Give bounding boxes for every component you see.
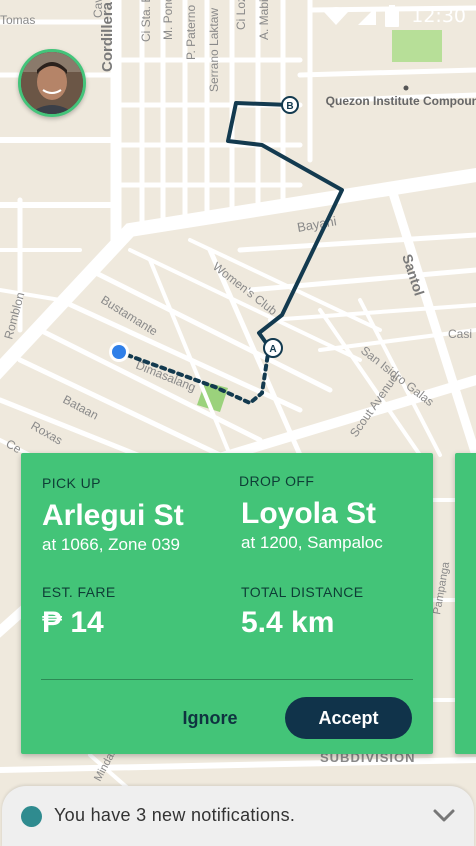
- park: [392, 30, 442, 62]
- status-bar: 12:30: [0, 0, 476, 34]
- dropoff-street: Loyola St: [241, 497, 377, 530]
- status-icons: 12:30: [323, 5, 466, 27]
- svg-text:B: B: [286, 101, 293, 112]
- fare-value: ₱ 14: [42, 606, 104, 639]
- distance-label: TOTAL DISTANCE: [241, 584, 364, 600]
- avatar[interactable]: [18, 49, 86, 117]
- svg-text:A: A: [269, 344, 276, 355]
- pickup-detail: at 1066, Zone 039: [42, 535, 181, 554]
- landmark-pin: [403, 85, 409, 91]
- notification-text: You have 3 new notifications.: [54, 805, 296, 825]
- landmark-label: Quezon Institute Compound: [326, 94, 476, 108]
- user-photo: [21, 52, 83, 114]
- next-ride-card[interactable]: [455, 453, 476, 754]
- notification-dot-icon: [21, 806, 42, 827]
- notification-bar[interactable]: You have 3 new notifications.: [2, 786, 474, 846]
- marker-b[interactable]: B: [281, 96, 299, 114]
- dropoff-label: DROP OFF: [239, 473, 315, 489]
- dropoff-detail: at 1200, Sampaloc: [241, 533, 383, 552]
- fare-label: EST. FARE: [42, 584, 116, 600]
- street-label: Casi: [448, 327, 472, 341]
- accept-button[interactable]: Accept: [285, 697, 412, 739]
- ignore-button[interactable]: Ignore: [171, 697, 249, 739]
- marker-a[interactable]: A: [263, 338, 283, 358]
- current-location-icon[interactable]: [109, 342, 129, 362]
- pickup-street: Arlegui St: [42, 499, 184, 532]
- chevron-down-icon[interactable]: [432, 806, 456, 826]
- status-time: 12:30: [411, 5, 466, 27]
- ride-request-card[interactable]: PICK UP Arlegui St at 1066, Zone 039 DRO…: [21, 453, 433, 754]
- signal-icon: [358, 7, 377, 25]
- battery-icon: [385, 5, 400, 27]
- wifi-icon: [324, 7, 349, 25]
- pickup-label: PICK UP: [42, 475, 101, 491]
- card-divider: [41, 679, 413, 680]
- distance-value: 5.4 km: [241, 606, 335, 639]
